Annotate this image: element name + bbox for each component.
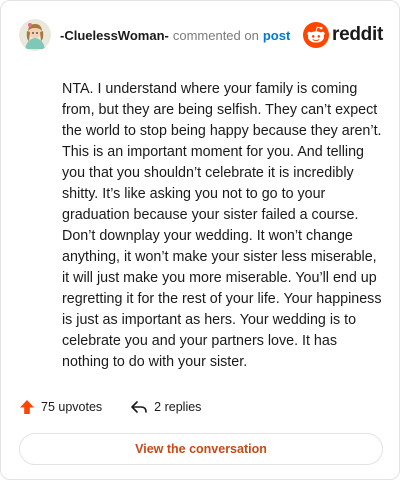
upvote-count: 75 upvotes xyxy=(41,400,103,414)
action-text: commented on xyxy=(172,27,259,43)
comment-header: -CluelessWoman-commented on post reddit xyxy=(19,17,383,53)
comment-actions: 75 upvotes 2 replies xyxy=(19,399,201,415)
upvote-arrow-icon[interactable] xyxy=(19,399,35,415)
comment-meta: -CluelessWoman-commented on post xyxy=(60,28,290,43)
reddit-brand[interactable]: reddit xyxy=(303,22,383,48)
reply-arrow-icon[interactable] xyxy=(130,399,148,415)
reddit-wordmark: reddit xyxy=(332,24,383,45)
comment-body: NTA. I understand where your family is c… xyxy=(62,81,382,370)
comment-embed-card: -CluelessWoman-commented on post reddit N… xyxy=(0,0,400,480)
post-link[interactable]: post xyxy=(263,28,290,43)
reply-count: 2 replies xyxy=(154,400,202,414)
username-link[interactable]: -CluelessWoman- xyxy=(60,28,169,43)
reddit-logo-icon xyxy=(303,22,330,48)
user-avatar[interactable] xyxy=(19,19,51,51)
view-conversation-button[interactable]: View the conversation xyxy=(19,433,383,465)
